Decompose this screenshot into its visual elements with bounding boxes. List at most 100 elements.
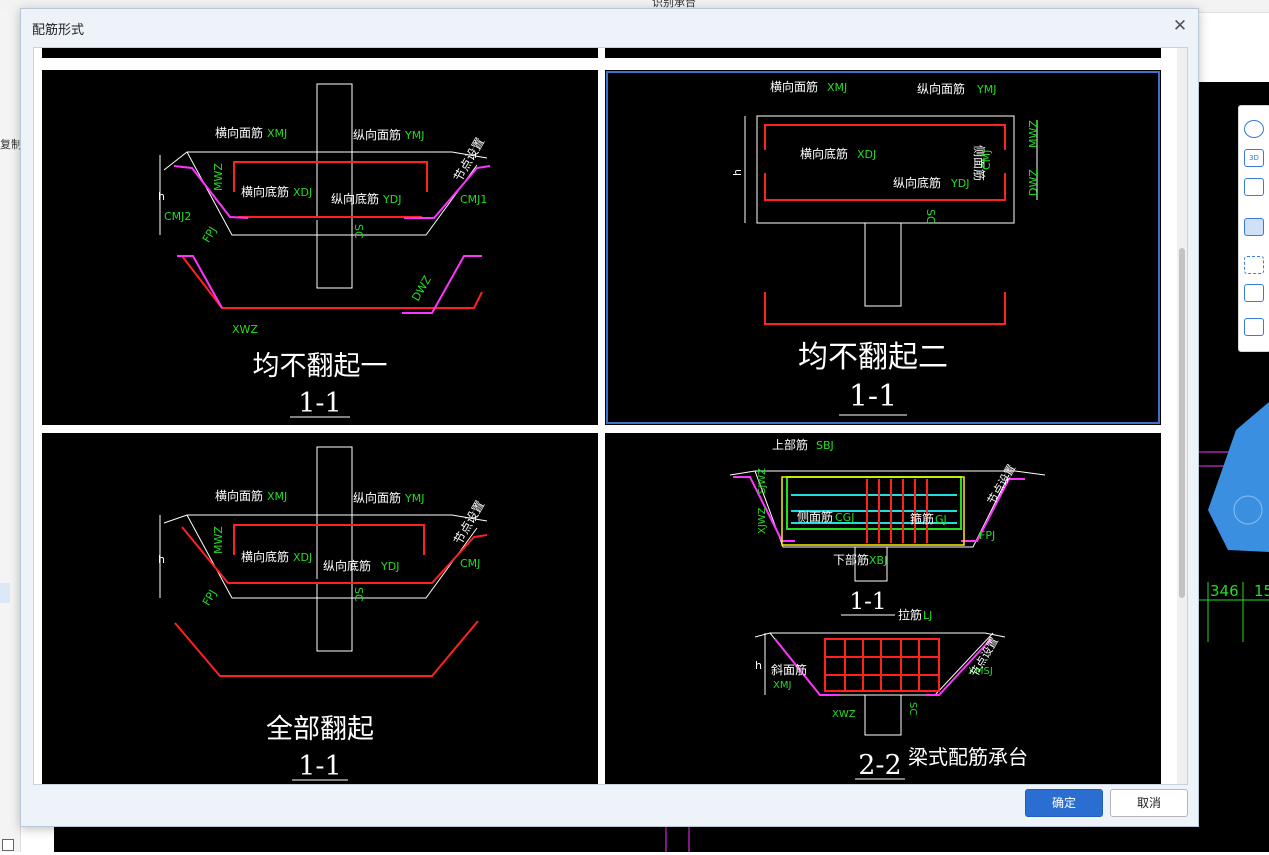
label-h: h (755, 659, 762, 672)
caption: 均不翻起一 (253, 351, 388, 382)
option-card-beam-type[interactable]: 上部筋 SBJ 侧面筋 CGJ 箍筋 GJ 下部筋 XBJ FPJ SJWZ X… (605, 433, 1161, 784)
copy-button[interactable]: 复制 (0, 136, 22, 152)
label-mwz: MWZ (212, 163, 225, 191)
section-label: 1-1 (849, 379, 897, 414)
section-label: 1-1 (298, 388, 341, 419)
label-h: h (731, 169, 744, 176)
option-card-no-bend-1[interactable]: 横向面筋 XMJ 纵向面筋 YMJ 横向底筋 XDJ 纵向底筋 YDJ CMJ1… (42, 70, 598, 425)
label-cmj2: CMJ2 (164, 210, 191, 223)
close-icon[interactable]: ✕ (1170, 16, 1190, 36)
label-lj-cn: 拉筋 (898, 607, 922, 622)
caption: 梁式配筋承台 (908, 745, 1028, 769)
scrollbar[interactable] (1177, 48, 1187, 784)
label-xbj: XBJ (869, 554, 887, 567)
label-dwz: DWZ (409, 273, 434, 303)
diagram-no-bend-2: 横向面筋 XMJ 纵向面筋 YMJ 横向底筋 XDJ 纵向底筋 YDJ 侧面筋 … (731, 79, 1040, 416)
partial-card[interactable] (605, 48, 1161, 58)
label-xmj: XMJ (827, 81, 847, 94)
label-xmj-cn: 斜面筋 (771, 662, 807, 677)
options-grid: 横向面筋 XMJ 纵向面筋 YMJ 横向底筋 XDJ 纵向底筋 YDJ CMJ1… (33, 47, 1188, 785)
label-xdj-cn: 横向底筋 (241, 549, 289, 564)
label-xdj-cn: 横向底筋 (241, 184, 289, 199)
label-xdj: XDJ (293, 551, 312, 564)
label-dwz: DWZ (1027, 169, 1040, 196)
3d-view-icon[interactable]: 3D (1244, 149, 1264, 167)
label-node: 节点设置 (985, 462, 1018, 507)
ok-button[interactable]: 确定 (1025, 789, 1103, 817)
solid-cube-icon[interactable] (1244, 218, 1264, 236)
option-card-all-bend[interactable]: 横向面筋 XMJ 纵向面筋 YMJ 横向底筋 XDJ 纵向底筋 YDJ CMJ … (42, 433, 598, 784)
cad-dim-15: 15 (1254, 582, 1269, 600)
panel-tab[interactable] (0, 583, 10, 603)
cad-dim-346: 346 (1210, 582, 1239, 600)
label-ymj: YMJ (404, 492, 424, 505)
section-b: 2-2 (858, 750, 901, 781)
label-xbj-cn: 下部筋 (833, 552, 869, 567)
fullscreen-icon[interactable] (1244, 256, 1264, 274)
label-h: h (158, 190, 165, 203)
label-sbj-cn: 上部筋 (772, 437, 808, 452)
dialog-title: 配筋形式 (32, 23, 85, 38)
label-ymj: YMJ (976, 83, 996, 96)
label-xmj-cn: 横向面筋 (770, 79, 818, 94)
label-cmj: CMJ (980, 150, 993, 170)
app-left-panel: 复制 (0, 12, 22, 852)
scrollbar-thumb[interactable] (1179, 248, 1185, 598)
label-ymj-cn: 纵向面筋 (917, 81, 965, 96)
rebar-form-dialog: 配筋形式 ✕ 横向面筋 XMJ 纵向面筋 YMJ 横向底筋 XDJ 纵向底筋 Y… (20, 8, 1199, 827)
box-select-icon[interactable] (1244, 284, 1264, 302)
label-fpj: FPJ (979, 529, 995, 542)
label-cmj1: CMJ1 (460, 193, 487, 206)
label-ymj-cn: 纵向面筋 (353, 490, 401, 505)
cancel-button[interactable]: 取消 (1110, 789, 1188, 817)
label-xmj-cn: 横向面筋 (215, 488, 263, 503)
label-xmj: XMJ (267, 490, 287, 503)
label-xwz: XWZ (232, 323, 258, 336)
label-gj-cn: 箍筋 (910, 511, 934, 526)
label-fpj: FPJ (200, 224, 219, 245)
partial-card[interactable] (42, 48, 598, 58)
diagram-no-bend-1: 横向面筋 XMJ 纵向面筋 YMJ 横向底筋 XDJ 纵向底筋 YDJ CMJ1… (158, 83, 491, 419)
label-cgj: CGJ (835, 511, 854, 524)
label-xdj: XDJ (293, 186, 312, 199)
label-ydj-cn: 纵向底筋 (893, 175, 941, 190)
label-xjwz: XJWZ (757, 507, 768, 534)
label-ymj: YMJ (404, 129, 424, 142)
label-xmj-cn: 横向面筋 (215, 125, 263, 140)
section-a: 1-1 (849, 589, 886, 615)
label-lj: LJ (923, 609, 932, 622)
label-sbj: SBJ (816, 439, 834, 452)
label-ydj-cn: 纵向底筋 (323, 558, 371, 573)
label-xwz: XWZ (832, 709, 856, 720)
label-gj: GJ (935, 513, 947, 526)
diagram-beam-type: 上部筋 SBJ 侧面筋 CGJ 箍筋 GJ 下部筋 XBJ FPJ SJWZ X… (729, 437, 1046, 781)
cube-icon[interactable] (1244, 178, 1264, 196)
label-ydj: YDJ (380, 560, 399, 573)
properties-icon[interactable] (1244, 318, 1264, 336)
label-mwz: MWZ (212, 526, 225, 554)
label-cmj: CMJ (460, 557, 480, 570)
label-fpj: FPJ (200, 587, 219, 608)
label-mwz: MWZ (1027, 120, 1040, 148)
view-toolbar: 3D (1238, 105, 1269, 352)
caption: 全部翻起 (266, 714, 374, 745)
label-ydj-cn: 纵向底筋 (331, 191, 379, 206)
section-label: 1-1 (298, 751, 341, 782)
label-h: h (158, 553, 165, 566)
orbit-icon[interactable] (1244, 120, 1264, 138)
diagram-all-bend: 横向面筋 XMJ 纵向面筋 YMJ 横向底筋 XDJ 纵向底筋 YDJ CMJ … (158, 446, 487, 782)
label-ydj: YDJ (382, 193, 401, 206)
label-sc: SC (907, 702, 918, 715)
label-ydj: YDJ (950, 177, 969, 190)
label-xdj-cn: 横向底筋 (800, 146, 848, 161)
label-xmj: XMJ (773, 680, 791, 691)
label-cgj-cn: 侧面筋 (797, 509, 833, 524)
checkbox[interactable] (2, 839, 14, 851)
label-sjwz: SJWZ (757, 468, 768, 494)
caption: 均不翻起二 (798, 340, 948, 375)
label-xmj: XMJ (267, 127, 287, 140)
label-sc: SC (352, 224, 365, 239)
label-sc: SC (352, 587, 365, 602)
label-xdj: XDJ (857, 148, 876, 161)
option-card-no-bend-2[interactable]: 横向面筋 XMJ 纵向面筋 YMJ 横向底筋 XDJ 纵向底筋 YDJ 侧面筋 … (605, 70, 1161, 425)
